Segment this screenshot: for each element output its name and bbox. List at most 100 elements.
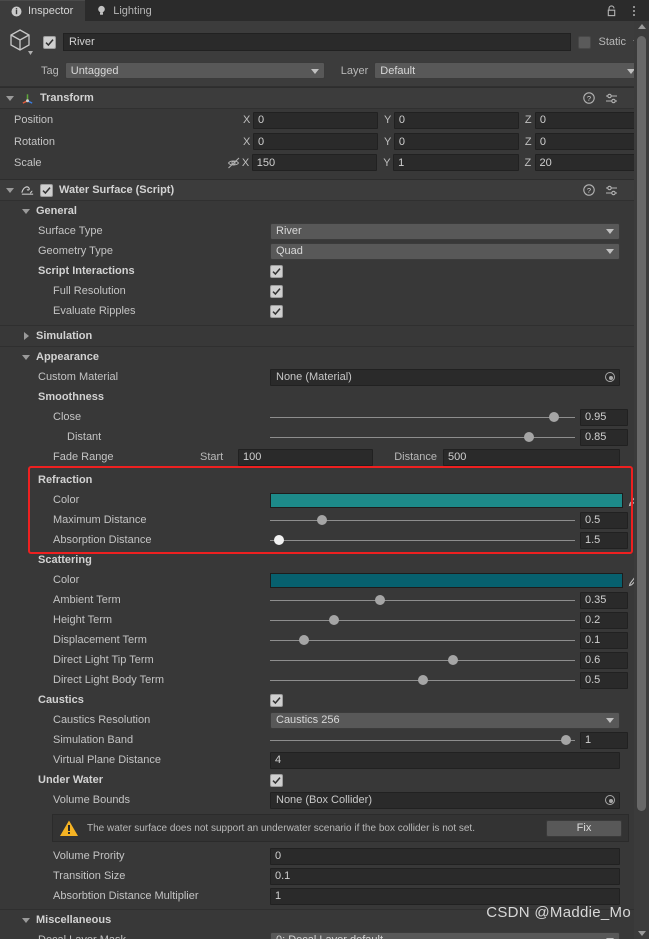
close-value-input[interactable]: 0.95 xyxy=(580,408,628,426)
scattering-term-slider-knob[interactable] xyxy=(448,655,458,665)
close-slider-knob[interactable] xyxy=(548,412,559,422)
kebab-menu-icon[interactable] xyxy=(627,4,640,17)
water-surface-foldout-icon[interactable] xyxy=(6,186,15,195)
distant-slider-knob[interactable] xyxy=(524,432,535,442)
scattering-term-slider-knob[interactable] xyxy=(417,675,428,685)
position-y-input[interactable]: 0 xyxy=(393,111,519,129)
help-icon[interactable]: ? xyxy=(582,184,595,197)
virtual-plane-distance-input[interactable]: 4 xyxy=(270,751,620,769)
component-header-transform[interactable]: Transform ? xyxy=(0,87,649,109)
close-slider[interactable] xyxy=(270,410,575,424)
tag-dropdown[interactable]: Untagged xyxy=(64,62,325,79)
gameobject-name-input[interactable]: River xyxy=(63,33,572,51)
fade-distance-input[interactable]: 500 xyxy=(443,448,620,466)
scattering-term-input[interactable]: 0.35 xyxy=(580,591,628,609)
fade-start-input[interactable]: 100 xyxy=(238,448,373,466)
scattering-term-input[interactable]: 0.2 xyxy=(580,611,628,629)
transition-size-input[interactable]: 0.1 xyxy=(270,867,620,885)
scattering-color-swatch[interactable] xyxy=(270,572,623,588)
geometry-type-dropdown[interactable]: Quad xyxy=(270,242,620,260)
maximum-distance-slider[interactable] xyxy=(270,513,575,527)
rotation-y-input[interactable]: 0 xyxy=(393,133,519,150)
appearance-foldout-icon[interactable] xyxy=(22,353,31,362)
scattering-term-slider[interactable] xyxy=(270,673,575,687)
scattering-term-slider-knob[interactable] xyxy=(329,615,340,625)
maximum-distance-slider-knob[interactable] xyxy=(316,515,327,525)
general-foldout-icon[interactable] xyxy=(22,207,31,216)
surface-type-dropdown[interactable]: River xyxy=(270,222,620,240)
distant-value: 0.85 xyxy=(585,431,607,443)
row-caustics-resolution: Caustics Resolution Caustics 256 xyxy=(0,710,649,730)
absorption-distance-slider-knob[interactable] xyxy=(274,535,285,545)
section-general[interactable]: General xyxy=(0,201,649,221)
scrollbar-thumb[interactable] xyxy=(637,36,646,811)
simulation-foldout-icon[interactable] xyxy=(22,331,31,341)
custom-material-object-field[interactable]: None (Material) xyxy=(270,368,620,386)
help-icon[interactable]: ? xyxy=(582,92,595,105)
simulation-band-input[interactable]: 1 xyxy=(580,731,628,749)
scattering-term-slider[interactable] xyxy=(270,593,575,607)
scale-z-input[interactable]: 20 xyxy=(534,154,641,171)
lock-icon[interactable] xyxy=(605,4,618,17)
script-interactions-checkbox[interactable] xyxy=(270,264,283,278)
decal-layer-mask-dropdown[interactable]: 0: Decal Layer default xyxy=(270,931,620,939)
full-resolution-checkbox[interactable] xyxy=(270,284,283,298)
scroll-up-arrow-icon[interactable] xyxy=(638,24,646,29)
position-x-input[interactable]: 0 xyxy=(252,111,378,129)
svg-text:?: ? xyxy=(586,94,590,103)
static-checkbox[interactable] xyxy=(578,35,592,49)
row-smoothness-header: Smoothness xyxy=(0,387,649,407)
constrain-proportions-off-icon[interactable] xyxy=(226,156,242,169)
tab-lighting[interactable]: Lighting xyxy=(85,0,164,21)
component-header-water-surface[interactable]: Water Surface (Script) ? xyxy=(0,179,649,201)
absorption-distance-input[interactable]: 1.5 xyxy=(580,531,628,549)
preset-settings-icon[interactable] xyxy=(605,92,618,105)
caustics-checkbox[interactable] xyxy=(270,693,283,707)
scattering-term-slider[interactable] xyxy=(270,613,575,627)
simulation-band-slider-knob[interactable] xyxy=(560,735,571,745)
layer-dropdown[interactable]: Default xyxy=(374,62,641,79)
section-appearance[interactable]: Appearance xyxy=(0,347,649,367)
transform-foldout-icon[interactable] xyxy=(6,94,15,103)
absorption-distance-slider[interactable] xyxy=(270,533,575,547)
scattering-term-input[interactable]: 0.6 xyxy=(580,651,628,669)
scale-y-input[interactable]: 1 xyxy=(393,154,519,171)
scattering-term-input[interactable]: 0.1 xyxy=(580,631,628,649)
caustics-resolution-dropdown[interactable]: Caustics 256 xyxy=(270,711,620,729)
refraction-color-swatch[interactable] xyxy=(270,492,623,508)
evaluate-ripples-checkbox[interactable] xyxy=(270,304,283,318)
decal-layer-mask-label: Decal Layer Mask xyxy=(0,934,270,939)
scattering-term-label: Direct Light Tip Term xyxy=(53,654,154,666)
static-label: Static xyxy=(598,36,626,48)
absorbtion-distance-multiplier-input[interactable]: 1 xyxy=(270,887,620,905)
maximum-distance-input[interactable]: 0.5 xyxy=(580,511,628,529)
volume-priority-input[interactable]: 0 xyxy=(270,847,620,865)
row-scattering-term: Direct Light Tip Term 0.6 xyxy=(0,650,649,670)
scattering-term-slider-knob[interactable] xyxy=(298,635,309,645)
miscellaneous-foldout-icon[interactable] xyxy=(22,916,31,925)
scattering-term-slider-knob[interactable] xyxy=(374,595,385,605)
scattering-term-input[interactable]: 0.5 xyxy=(580,671,628,689)
gameobject-enabled-checkbox[interactable] xyxy=(43,35,56,49)
rotation-x-input[interactable]: 0 xyxy=(252,133,378,150)
under-water-checkbox[interactable] xyxy=(270,773,283,787)
scroll-down-arrow-icon[interactable] xyxy=(638,931,646,936)
water-surface-enabled-checkbox[interactable] xyxy=(40,183,53,197)
preset-settings-icon[interactable] xyxy=(605,184,618,197)
position-z-input[interactable]: 0 xyxy=(534,111,642,129)
inspector-scrollbar[interactable] xyxy=(634,21,649,939)
volume-bounds-object-field[interactable]: None (Box Collider) xyxy=(270,791,620,809)
transform-body: Position X 0 Y 0 Z 0 Rotation X 0 Y 0 Z … xyxy=(0,109,649,179)
section-simulation[interactable]: Simulation xyxy=(0,326,649,346)
rotation-z-input[interactable]: 0 xyxy=(534,133,642,150)
tab-inspector[interactable]: Inspector xyxy=(0,0,86,21)
scattering-term-slider[interactable] xyxy=(270,633,575,647)
scale-x-input[interactable]: 150 xyxy=(251,154,378,171)
simulation-band-slider[interactable] xyxy=(270,733,575,747)
fix-button[interactable]: Fix xyxy=(546,819,622,837)
distant-slider[interactable] xyxy=(270,430,575,444)
object-picker-icon[interactable] xyxy=(605,795,615,805)
scattering-term-slider[interactable] xyxy=(270,653,575,667)
distant-value-input[interactable]: 0.85 xyxy=(580,428,628,446)
object-picker-icon[interactable] xyxy=(605,372,615,382)
